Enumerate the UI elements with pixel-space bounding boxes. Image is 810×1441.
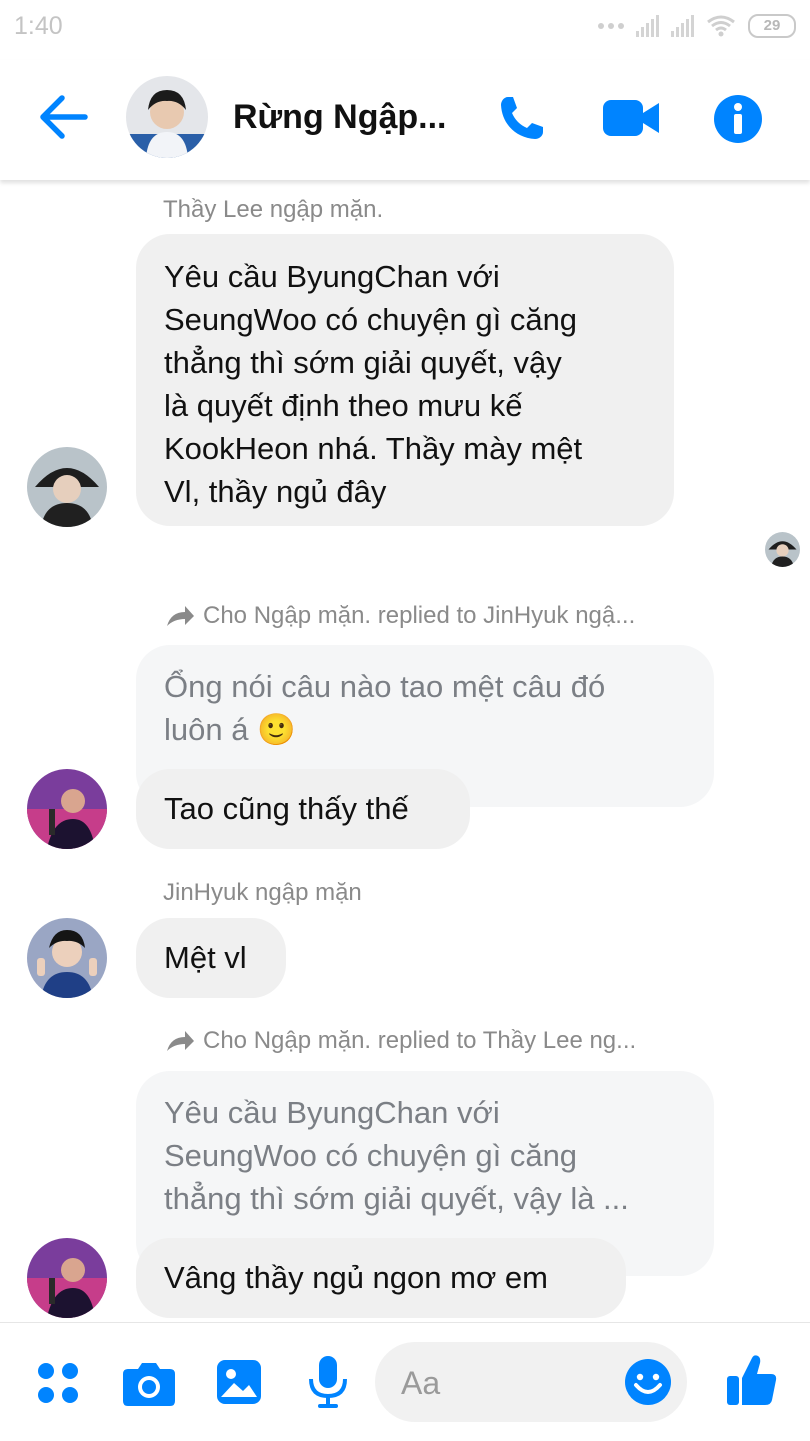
thumbs-up-icon[interactable] <box>726 1353 778 1407</box>
read-receipt-avatar <box>765 532 800 567</box>
message-bubble[interactable]: Vâng thầy ngủ ngon mơ em <box>136 1238 626 1318</box>
message-input[interactable] <box>399 1364 623 1403</box>
message-text: thẳng thì sớm giải quyết, vậy <box>164 345 562 380</box>
message-text: Vl, thầy ngủ đây <box>164 474 387 509</box>
status-icons: 29 <box>598 14 796 38</box>
quoted-text: Ổng nói câu nào tao mệt câu đó <box>164 669 606 704</box>
status-time: 1:40 <box>14 12 63 40</box>
conversation-header: Rừng Ngập... <box>0 60 810 180</box>
message-bubble[interactable]: Mệt vl <box>136 918 286 998</box>
more-apps-icon[interactable] <box>36 1361 80 1405</box>
reply-arrow-icon <box>167 606 194 626</box>
message-text: Tao cũng thấy thế <box>164 791 409 826</box>
message-text: SeungWoo có chuyện gì căng <box>164 302 578 337</box>
sender-avatar[interactable] <box>27 1238 107 1318</box>
message-bubble[interactable]: Yêu cầu ByungChan với SeungWoo có chuyện… <box>136 234 674 526</box>
sender-avatar[interactable] <box>27 769 107 849</box>
message-bubble[interactable]: Tao cũng thấy thế <box>136 769 470 849</box>
signal-icon <box>636 15 659 37</box>
camera-icon[interactable] <box>122 1361 176 1407</box>
message-text: Vâng thầy ngủ ngon mơ em <box>164 1260 548 1295</box>
message-text: KookHeon nhá. Thầy mày mệt <box>164 431 583 466</box>
conversation-avatar[interactable] <box>126 76 208 158</box>
reply-context-text: Cho Ngập mặn. replied to Thầy Lee ng... <box>203 1027 637 1054</box>
message-text: Mệt vl <box>164 940 247 975</box>
message-text: Yêu cầu ByungChan với <box>164 259 500 294</box>
message-text: là quyết định theo mưu kế <box>164 388 523 423</box>
reply-arrow-icon <box>167 1031 194 1051</box>
back-arrow-icon[interactable] <box>38 94 88 140</box>
reply-context-text: Cho Ngập mặn. replied to JinHyuk ngậ... <box>203 602 636 629</box>
message-input-container[interactable] <box>375 1342 687 1422</box>
quoted-text: Yêu cầu ByungChan với <box>164 1095 500 1130</box>
battery-icon: 29 <box>748 14 796 38</box>
microphone-icon[interactable] <box>308 1355 348 1409</box>
more-dots-icon <box>598 23 624 29</box>
sender-name: Thầy Lee ngập mặn. <box>163 196 384 223</box>
gallery-icon[interactable] <box>216 1359 262 1405</box>
conversation-title[interactable]: Rừng Ngập... <box>233 98 447 137</box>
quoted-text: thẳng thì sớm giải quyết, vậy là ... <box>164 1181 629 1216</box>
wifi-icon <box>707 15 735 37</box>
sender-name: JinHyuk ngập mặn <box>163 879 362 906</box>
info-icon[interactable] <box>713 94 763 144</box>
composer-bar <box>0 1322 810 1441</box>
phone-call-icon[interactable] <box>498 94 546 142</box>
video-call-icon[interactable] <box>603 100 659 136</box>
reply-context: Cho Ngập mặn. replied to JinHyuk ngậ... <box>165 602 635 630</box>
sender-avatar[interactable] <box>27 447 107 527</box>
emoji-icon[interactable] <box>624 1358 672 1406</box>
quoted-text: luôn á 🙂 <box>164 712 296 747</box>
sender-avatar[interactable] <box>27 918 107 998</box>
signal-icon-2 <box>671 15 694 37</box>
quoted-text: SeungWoo có chuyện gì căng <box>164 1138 578 1173</box>
reply-context: Cho Ngập mặn. replied to Thầy Lee ng... <box>165 1027 636 1055</box>
